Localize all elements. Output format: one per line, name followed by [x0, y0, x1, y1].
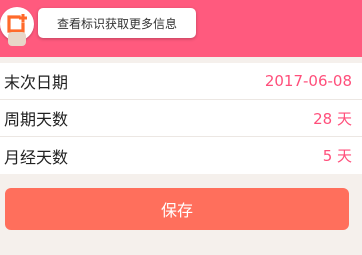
setting-value: 5 天 — [322, 147, 352, 165]
save-button[interactable]: 保存 — [5, 188, 349, 230]
tooltip-text: 查看标识获取更多信息 — [56, 16, 177, 31]
setting-row-period-days[interactable]: 月经天数 5 天 — [0, 137, 362, 174]
setting-value: 28 天 — [313, 109, 352, 128]
setting-label: 末次日期 — [4, 73, 69, 92]
setting-row-cycle-days[interactable]: 周期天数 28 天 — [0, 100, 362, 137]
setting-row-last-date[interactable]: 末次日期 2017-06-08 — [0, 63, 362, 100]
hint-tooltip: 查看标识获取更多信息 — [38, 8, 196, 38]
setting-label: 周期天数 — [4, 110, 69, 129]
app-logo[interactable] — [0, 2, 40, 46]
setting-value: 2017-06-08 — [264, 72, 352, 90]
settings-list: 末次日期 2017-06-08 周期天数 28 天 月经天数 5 天 — [0, 63, 362, 174]
header-bar: 查看标识获取更多信息 — [0, 0, 362, 57]
avatar-decoration — [8, 32, 26, 46]
setting-label: 月经天数 — [4, 147, 69, 167]
